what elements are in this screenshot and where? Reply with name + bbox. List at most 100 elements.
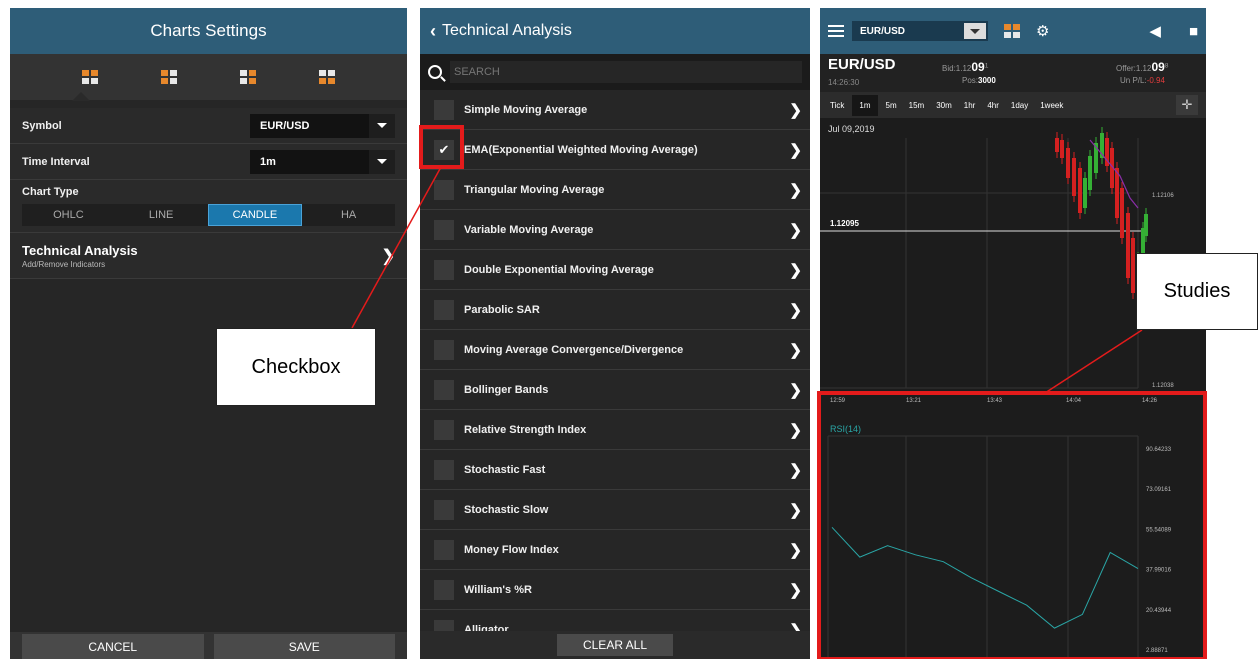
price-and-rsi-chart[interactable]: Jul 09,2019 1.12106 1.12038 1.12095 12:5… (820, 118, 1206, 659)
crosshair-icon[interactable]: ✛ (1176, 95, 1198, 115)
time-axis-label: 13:21 (906, 398, 922, 404)
indicator-checkbox[interactable] (434, 419, 454, 440)
indicator-checkbox[interactable] (434, 99, 454, 120)
indicator-row[interactable]: Parabolic SAR ❯ (420, 290, 810, 330)
rsi-axis-tick: 37.99016 (1146, 568, 1172, 574)
alert-icon[interactable]: ◀ (1149, 22, 1161, 40)
layout-2-icon[interactable] (160, 70, 177, 84)
candle (1126, 213, 1130, 278)
chart-type-ha[interactable]: HA (302, 204, 395, 226)
chart-type-section: Chart Type OHLC LINE CANDLE HA (10, 180, 407, 233)
layout-icon[interactable] (1004, 24, 1020, 38)
menu-icon[interactable] (828, 25, 844, 37)
symbol-row: Symbol EUR/USD (10, 108, 407, 144)
indicator-row[interactable]: Variable Moving Average ❯ (420, 210, 810, 250)
candle (1066, 148, 1070, 178)
timeframe-1m[interactable]: 1m (852, 94, 878, 116)
chevron-right-icon: ❯ (381, 247, 395, 265)
studies-callout: Studies (1136, 253, 1258, 330)
indicator-row[interactable]: William's %R ❯ (420, 570, 810, 610)
indicator-label: Relative Strength Index (464, 423, 587, 436)
time-axis-label: 13:43 (987, 398, 1003, 404)
search-bar (420, 54, 810, 90)
layout-3-icon[interactable] (240, 70, 257, 84)
search-input[interactable] (450, 61, 802, 83)
timeframe-30m[interactable]: 30m (932, 96, 956, 115)
back-chevron-icon[interactable]: ‹ (430, 21, 436, 42)
chevron-right-icon[interactable]: ❯ (789, 501, 802, 519)
chevron-right-icon[interactable]: ❯ (789, 541, 802, 559)
chevron-right-icon[interactable]: ❯ (789, 421, 802, 439)
chevron-right-icon[interactable]: ❯ (789, 261, 802, 279)
indicator-row[interactable]: Moving Average Convergence/Divergence ❯ (420, 330, 810, 370)
indicator-row[interactable]: Relative Strength Index ❯ (420, 410, 810, 450)
timeframe-15m[interactable]: 15m (905, 96, 929, 115)
indicator-row[interactable]: Bollinger Bands ❯ (420, 370, 810, 410)
indicator-checkbox[interactable] (434, 539, 454, 560)
indicator-checkbox[interactable] (434, 379, 454, 400)
indicator-checkbox[interactable] (434, 219, 454, 240)
chevron-right-icon[interactable]: ❯ (789, 181, 802, 199)
indicator-checkbox[interactable] (434, 299, 454, 320)
indicator-checkbox[interactable] (434, 259, 454, 280)
gear-icon[interactable]: ⚙ (1036, 22, 1049, 40)
indicator-label: EMA(Exponential Weighted Moving Average) (464, 143, 698, 156)
indicator-checkbox[interactable] (434, 179, 454, 200)
chevron-right-icon[interactable]: ❯ (789, 341, 802, 359)
time-axis-label: 14:04 (1066, 398, 1082, 404)
chart-type-segmented-control: OHLC LINE CANDLE HA (22, 204, 395, 226)
time-interval-select[interactable]: 1m (250, 149, 395, 174)
cancel-button[interactable]: CANCEL (22, 634, 204, 659)
symbol-dropdown[interactable]: EUR/USD (852, 21, 988, 41)
timeframe-5m[interactable]: 5m (882, 96, 901, 115)
indicator-row[interactable]: Double Exponential Moving Average ❯ (420, 250, 810, 290)
chevron-right-icon[interactable]: ❯ (789, 461, 802, 479)
chevron-right-icon[interactable]: ❯ (789, 301, 802, 319)
timeframe-1week[interactable]: 1week (1036, 96, 1067, 115)
bid-price[interactable]: Bid:1.12091 (942, 60, 988, 74)
timeframe-tick[interactable]: Tick (826, 96, 848, 115)
indicator-row[interactable]: Stochastic Slow ❯ (420, 490, 810, 530)
indicator-checkbox[interactable] (434, 499, 454, 520)
technical-analysis-row[interactable]: Technical Analysis Add/Remove Indicators… (10, 233, 407, 279)
indicator-row[interactable]: Stochastic Fast ❯ (420, 450, 810, 490)
indicator-row[interactable]: Money Flow Index ❯ (420, 530, 810, 570)
time-interval-value: 1m (260, 155, 276, 168)
layout-4-icon[interactable] (319, 70, 336, 84)
layout-1-icon[interactable] (81, 70, 98, 84)
chevron-right-icon[interactable]: ❯ (789, 221, 802, 239)
indicator-checkbox[interactable] (434, 579, 454, 600)
chart-date: Jul 09,2019 (828, 124, 875, 134)
candle (1115, 168, 1119, 218)
timeframe-1day[interactable]: 1day (1007, 96, 1032, 115)
offer-price[interactable]: Offer:1.12098 (1116, 60, 1169, 74)
technical-analysis-header-title: Technical Analysis (442, 22, 572, 39)
layout-pointer (72, 92, 90, 101)
timeframe-1hr[interactable]: 1hr (960, 96, 980, 115)
chevron-right-icon[interactable]: ❯ (789, 101, 802, 119)
chart-type-label: Chart Type (22, 186, 79, 198)
indicator-checkbox[interactable] (434, 339, 454, 360)
indicator-row[interactable]: Triangular Moving Average ❯ (420, 170, 810, 210)
indicator-checkbox[interactable]: ✔ (434, 139, 454, 160)
chevron-right-icon[interactable]: ❯ (789, 141, 802, 159)
indicator-label: Simple Moving Average (464, 103, 588, 116)
symbol-dropdown-value: EUR/USD (860, 25, 906, 37)
chart-type-line[interactable]: LINE (115, 204, 208, 226)
indicator-row[interactable]: Simple Moving Average ❯ (420, 90, 810, 130)
candle (1072, 158, 1076, 196)
symbol-select[interactable]: EUR/USD (250, 113, 395, 138)
price-axis-label: 1.12106 (1152, 193, 1174, 199)
candle (1120, 188, 1124, 238)
chart-type-ohlc[interactable]: OHLC (22, 204, 115, 226)
clear-all-button[interactable]: CLEAR ALL (557, 634, 673, 656)
indicator-row[interactable]: ✔ EMA(Exponential Weighted Moving Average… (420, 130, 810, 170)
save-button[interactable]: SAVE (213, 634, 395, 659)
chart-type-candle[interactable]: CANDLE (207, 204, 303, 226)
indicator-checkbox[interactable] (434, 459, 454, 480)
chevron-right-icon[interactable]: ❯ (789, 381, 802, 399)
account-icon[interactable]: ■ (1189, 23, 1198, 40)
chevron-right-icon[interactable]: ❯ (789, 581, 802, 599)
charts-settings-title: Charts Settings (10, 8, 407, 54)
timeframe-4hr[interactable]: 4hr (983, 96, 1003, 115)
